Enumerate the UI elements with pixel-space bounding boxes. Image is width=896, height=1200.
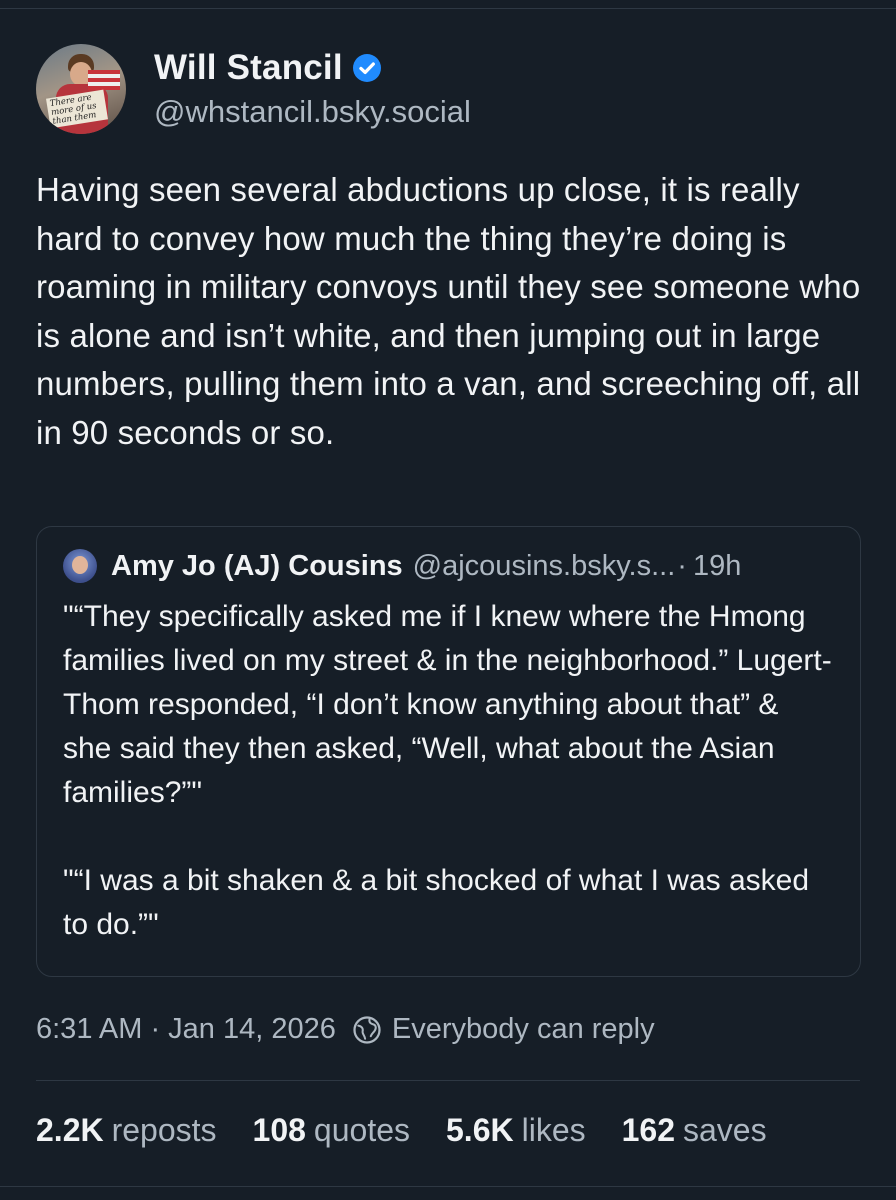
reposts-stat[interactable]: 2.2K reposts (36, 1112, 217, 1149)
post-body-text: Having seen several abductions up close,… (36, 171, 861, 451)
globe-icon (353, 1015, 381, 1044)
author-avatar[interactable]: There are more of us than them (36, 44, 126, 134)
quotes-label: quotes (313, 1112, 410, 1148)
quote-timestamp: 19h (692, 549, 742, 582)
reposts-label: reposts (111, 1112, 217, 1148)
verified-check-icon[interactable] (352, 54, 381, 82)
saves-count: 162 (621, 1112, 675, 1148)
author-display-name[interactable]: Will Stancil (154, 48, 343, 88)
likes-count: 5.6K (446, 1112, 514, 1148)
engagement-stats: 2.2K reposts 108 quotes 5.6K likes 162 saves (36, 1112, 803, 1149)
quotes-count: 108 (252, 1112, 306, 1148)
author-name-row: Will Stancil (154, 48, 471, 88)
top-divider (0, 8, 896, 9)
reply-setting-label[interactable]: Everybody can reply (392, 1013, 655, 1046)
bottom-divider (0, 1186, 896, 1187)
quote-post-card[interactable]: Amy Jo (AJ) Cousins @ajcousins.bsky.s...… (36, 526, 861, 977)
quote-header: Amy Jo (AJ) Cousins @ajcousins.bsky.s...… (63, 549, 834, 583)
post-page: There are more of us than them Will Stan… (0, 0, 896, 1200)
author-handle[interactable]: @whstancil.bsky.social (154, 94, 471, 130)
quote-author-handle[interactable]: @ajcousins.bsky.s... (413, 550, 676, 583)
post-header: There are more of us than them Will Stan… (36, 44, 471, 134)
quote-body-text: "“They specifically asked me if I knew w… (63, 600, 832, 941)
quote-author-avatar[interactable] (63, 549, 97, 583)
flag-image (88, 70, 120, 90)
quotes-stat[interactable]: 108 quotes (253, 1112, 410, 1149)
saves-stat[interactable]: 162 saves (622, 1112, 767, 1149)
likes-label: likes (521, 1112, 586, 1148)
author-info: Will Stancil @whstancil.bsky.social (154, 48, 471, 130)
likes-stat[interactable]: 5.6K likes (446, 1112, 586, 1149)
saves-label: saves (683, 1112, 767, 1148)
quote-author-name[interactable]: Amy Jo (AJ) Cousins (111, 550, 403, 583)
post-meta: 6:31 AM · Jan 14, 2026 Everybody can rep… (36, 1013, 655, 1046)
post-timestamp: 6:31 AM · Jan 14, 2026 (36, 1013, 336, 1045)
meta-divider (36, 1080, 860, 1081)
reposts-count: 2.2K (36, 1112, 104, 1148)
quote-separator: · (677, 549, 687, 582)
